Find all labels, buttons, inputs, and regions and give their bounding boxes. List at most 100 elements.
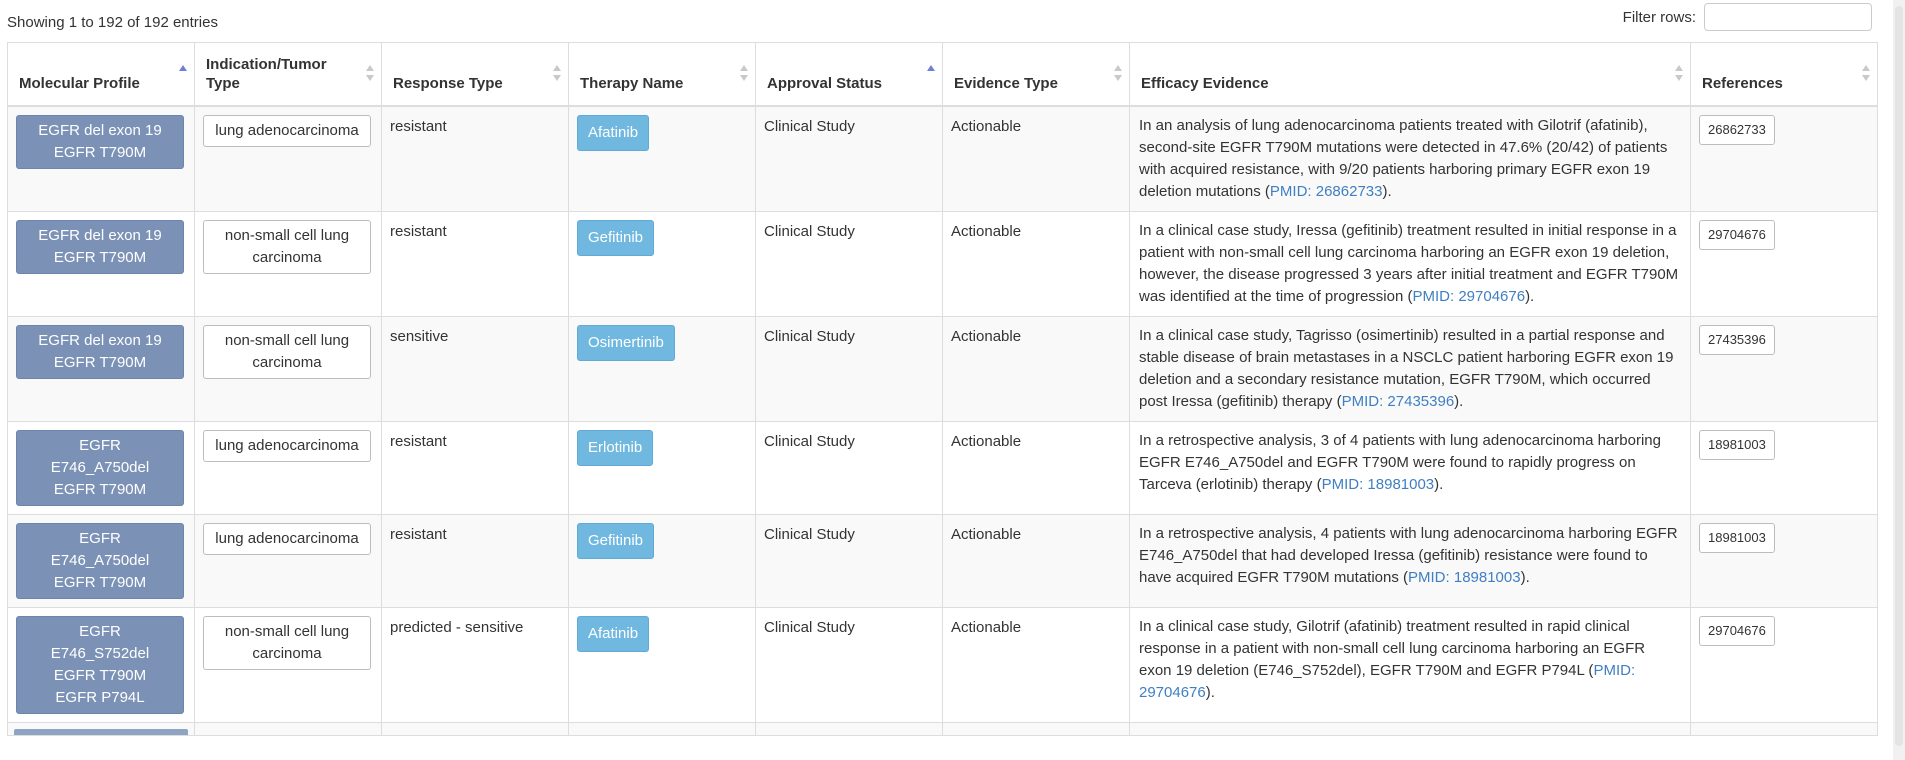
reference-button[interactable]: 18981003 bbox=[1699, 429, 1775, 460]
cell-response-type: predicted - sensitive bbox=[381, 606, 569, 723]
cell-evidence-type: Actionable bbox=[942, 315, 1130, 422]
tumor-type-button[interactable]: lung adenocarcinoma bbox=[203, 522, 371, 555]
cell-references: 26862733 bbox=[1690, 105, 1878, 212]
pmid-link[interactable]: PMID: 18981003 bbox=[1322, 476, 1435, 493]
column-header-indication[interactable]: Indication/Tumor Type bbox=[194, 42, 382, 107]
response-type-text: predicted - sensitive bbox=[390, 618, 524, 636]
molecular-profile-line: EGFR P794L bbox=[55, 688, 145, 706]
molecular-profile-line: EGFR del exon 19 bbox=[38, 121, 162, 139]
evidence-type-text: Actionable bbox=[951, 432, 1022, 450]
therapy-button[interactable]: Afatinib bbox=[577, 615, 650, 652]
column-header-label: Approval Status bbox=[767, 74, 883, 92]
pmid-link[interactable]: PMID: 29704676 bbox=[1412, 288, 1525, 305]
filter-rows-input[interactable] bbox=[1704, 3, 1872, 31]
tumor-type-button[interactable]: non-small cell lung carcinoma bbox=[203, 324, 371, 379]
cell-approval-status: Clinical Study bbox=[755, 105, 943, 212]
reference-button[interactable]: 26862733 bbox=[1699, 114, 1775, 145]
cell-evidence-type: Actionable bbox=[942, 420, 1130, 515]
cell-molecular-profile: EGFR del exon 19 EGFR T790M bbox=[7, 105, 195, 212]
evidence-type-text: Actionable bbox=[951, 525, 1022, 543]
cell-molecular-profile: EGFR del exon 19 EGFR T790M bbox=[7, 315, 195, 422]
molecular-profile-line: EGFR T790M bbox=[53, 143, 147, 161]
tumor-type-button[interactable]: lung adenocarcinoma bbox=[203, 114, 371, 147]
molecular-profile-line: EGFR del exon 19 bbox=[38, 226, 162, 244]
cell-efficacy-evidence: In a clinical case study, Tagrisso (osim… bbox=[1129, 315, 1691, 422]
column-header-therapy-name[interactable]: Therapy Name bbox=[568, 42, 756, 107]
efficacy-evidence-end: ). bbox=[1454, 392, 1464, 410]
cell-efficacy-evidence: In an analysis of lung adenocarcinoma pa… bbox=[1129, 105, 1691, 212]
cell-evidence-type: Actionable bbox=[942, 513, 1130, 608]
column-header-references[interactable]: References bbox=[1690, 42, 1878, 107]
pmid-link[interactable]: PMID: 27435396 bbox=[1342, 393, 1455, 410]
column-header-response-type[interactable]: Response Type bbox=[381, 42, 569, 107]
cell-approval-status: Clinical Study bbox=[755, 420, 943, 515]
sort-both-icon bbox=[552, 65, 562, 85]
molecular-profile-button[interactable]: EGFR del exon 19 EGFR T790M bbox=[16, 219, 184, 274]
cell-molecular-profile: EGFR del exon 19 EGFR T790M bbox=[7, 210, 195, 317]
therapy-button[interactable]: Erlotinib bbox=[577, 429, 654, 466]
cell-efficacy-evidence: In a retrospective analysis, 3 of 4 pati… bbox=[1129, 420, 1691, 515]
sort-both-icon bbox=[1113, 65, 1123, 85]
sort-ascending-icon bbox=[926, 65, 936, 85]
approval-status-text: Clinical Study bbox=[764, 222, 855, 240]
sort-both-icon bbox=[1861, 65, 1871, 85]
cell-approval-status: Clinical Study bbox=[755, 315, 943, 422]
reference-button[interactable]: 27435396 bbox=[1699, 324, 1775, 355]
sort-both-icon bbox=[365, 65, 375, 85]
cell-response-type: resistant bbox=[381, 210, 569, 317]
scrollbar-thumb[interactable] bbox=[1895, 6, 1903, 746]
evidence-type-text: Actionable bbox=[951, 327, 1022, 345]
table-row: EGFR del exon 19 EGFR T790M lung adenocar… bbox=[7, 105, 1878, 212]
reference-button[interactable]: 29704676 bbox=[1699, 219, 1775, 250]
therapy-button[interactable]: Afatinib bbox=[577, 114, 650, 151]
column-header-label: Evidence Type bbox=[954, 74, 1058, 92]
efficacy-evidence-end: ). bbox=[1382, 182, 1392, 200]
molecular-profile-button[interactable]: EGFR del exon 19 EGFR T790M bbox=[16, 114, 184, 169]
column-header-efficacy-evidence[interactable]: Efficacy Evidence bbox=[1129, 42, 1691, 107]
molecular-profile-button[interactable]: EGFR del exon 19 EGFR T790M bbox=[16, 324, 184, 379]
cell-therapy-name: Afatinib bbox=[568, 606, 756, 723]
table-toolbar: Showing 1 to 192 of 192 entries Filter r… bbox=[0, 0, 1880, 42]
column-header-label: Efficacy Evidence bbox=[1141, 74, 1269, 92]
column-header-label: Response Type bbox=[393, 74, 503, 92]
column-header-evidence-type[interactable]: Evidence Type bbox=[942, 42, 1130, 107]
molecular-profile-button[interactable]: EGFR E746_A750del EGFR T790M bbox=[16, 429, 184, 506]
therapy-button[interactable]: Gefitinib bbox=[577, 219, 655, 256]
cell-therapy-name: Gefitinib bbox=[568, 513, 756, 608]
cell-efficacy-evidence: In a clinical case study, Gilotrif (afat… bbox=[1129, 606, 1691, 723]
molecular-profile-line: EGFR bbox=[79, 436, 121, 454]
cell-response-type: resistant bbox=[381, 420, 569, 515]
cell-references: 29704676 bbox=[1690, 606, 1878, 723]
cell-response-type: resistant bbox=[381, 513, 569, 608]
molecular-profile-button[interactable]: EGFR E746_A750del EGFR T790M bbox=[16, 522, 184, 599]
reference-button[interactable]: 29704676 bbox=[1699, 615, 1775, 646]
page-scrollbar[interactable] bbox=[1893, 0, 1905, 760]
reference-button[interactable]: 18981003 bbox=[1699, 522, 1775, 553]
evidence-type-text: Actionable bbox=[951, 222, 1022, 240]
therapy-button[interactable]: Gefitinib bbox=[577, 522, 655, 559]
filter-rows: Filter rows: bbox=[1623, 3, 1872, 31]
column-header-label: Therapy Name bbox=[580, 74, 684, 92]
tumor-type-button[interactable]: non-small cell lung carcinoma bbox=[203, 219, 371, 274]
tumor-type-button[interactable]: lung adenocarcinoma bbox=[203, 429, 371, 462]
column-header-approval-status[interactable]: Approval Status bbox=[755, 42, 943, 107]
efficacy-evidence-end: ). bbox=[1525, 287, 1535, 305]
column-header-molecular-profile[interactable]: Molecular Profile bbox=[7, 42, 195, 107]
cell-evidence-type: Actionable bbox=[942, 105, 1130, 212]
molecular-profile-line: E746_A750del bbox=[50, 551, 150, 569]
response-type-text: resistant bbox=[390, 222, 447, 240]
efficacy-evidence-text: In a clinical case study, Iressa (gefiti… bbox=[1139, 221, 1679, 305]
molecular-profile-line: EGFR del exon 19 bbox=[38, 331, 162, 349]
tumor-type-button[interactable]: non-small cell lung carcinoma bbox=[203, 615, 371, 670]
table-row: EGFR del exon 19 EGFR T790M non-small cel… bbox=[7, 210, 1878, 317]
cell-tumor-type: non-small cell lung carcinoma bbox=[194, 315, 382, 422]
cell-therapy-name: Osimertinib bbox=[568, 315, 756, 422]
pmid-link[interactable]: PMID: 26862733 bbox=[1270, 183, 1383, 200]
therapy-button[interactable]: Osimertinib bbox=[577, 324, 675, 361]
pmid-link[interactable]: PMID: 18981003 bbox=[1408, 569, 1521, 586]
column-header-label: References bbox=[1702, 74, 1783, 92]
molecular-profile-button[interactable]: EGFR E746_S752del EGFR T790M EGFR P794L bbox=[16, 615, 184, 714]
approval-status-text: Clinical Study bbox=[764, 117, 855, 135]
molecular-profile-line: EGFR T790M bbox=[53, 573, 147, 591]
molecular-profile-line: EGFR T790M bbox=[53, 353, 147, 371]
